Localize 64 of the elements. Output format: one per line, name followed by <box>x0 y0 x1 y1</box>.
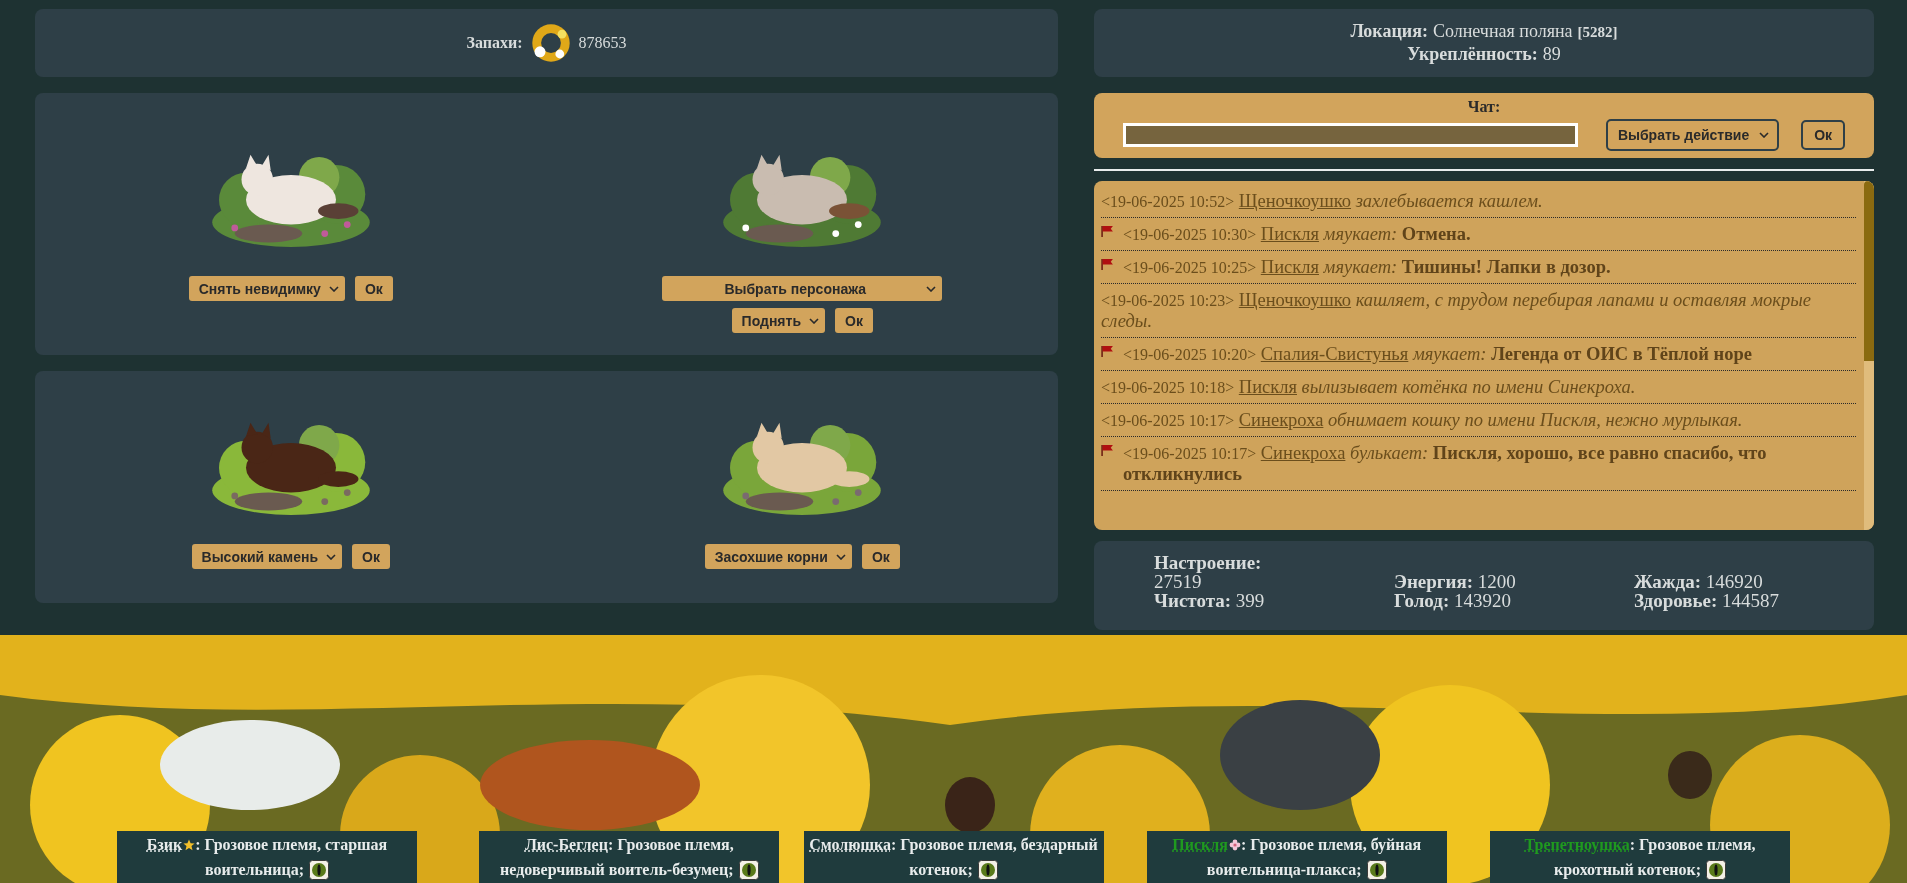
flower-icon <box>1228 839 1241 851</box>
scent-value: 878653 <box>578 34 627 52</box>
stat: Чистота: 399 <box>1154 591 1266 610</box>
action-select[interactable]: Выбрать персонажа <box>662 276 943 301</box>
ok-button[interactable]: Ок <box>354 276 393 301</box>
eye-icon[interactable] <box>309 860 330 880</box>
character-caption: Пискля : Грозовое племя, буйная воительница-плакса; <box>1146 831 1447 883</box>
character-link[interactable]: Пискля <box>1172 836 1228 853</box>
eye-icon[interactable] <box>977 860 998 880</box>
character-link[interactable]: Смолюшка <box>809 836 891 853</box>
stat: Настроение: 27519 <box>1154 553 1263 591</box>
fortification-label: Укреплённость: <box>1407 44 1538 65</box>
chat-input-field[interactable] <box>1122 123 1578 147</box>
character-link[interactable]: Пискля <box>1260 257 1319 277</box>
action-select[interactable]: Поднять <box>731 308 825 333</box>
chevron-down-icon <box>835 553 846 560</box>
fortification-value: 89 <box>1542 44 1561 65</box>
character-link[interactable]: Пискля <box>1260 224 1319 244</box>
character-link[interactable]: Спалия-Свистунья <box>1260 344 1409 364</box>
location-code: [5282] <box>1577 24 1618 41</box>
chat-message: <19-06-2025 10:18> Пискля вылизывает котёнка по имени Синекроха. <box>1101 377 1637 398</box>
character-link[interactable]: Пискля <box>1238 377 1297 397</box>
character-link[interactable]: Щеночкоушко <box>1238 290 1352 310</box>
chevron-down-icon <box>1759 132 1770 138</box>
chat-message: <19-06-2025 10:25> Пискля мяукает: Тишины! Лапки в дозор. <box>1123 257 1612 278</box>
character-link[interactable]: Трепетноушка <box>1524 836 1630 853</box>
action-select[interactable]: Засохшие корни <box>704 544 852 569</box>
character-link[interactable]: Щеночкоушко <box>1238 191 1352 211</box>
send-button[interactable]: Ок <box>1801 120 1846 150</box>
chevron-down-icon <box>926 285 937 292</box>
star-icon <box>183 839 196 851</box>
character-caption: Трепетноушка: Грозовое племя, крохотный котенок; <box>1490 831 1790 883</box>
chat-message: <19-06-2025 10:17> Синекроха обнимает кошку по имени Пискля, нежно мурлыкая. <box>1101 410 1744 431</box>
character-link[interactable]: Синекроха <box>1260 443 1346 463</box>
chevron-down-icon <box>809 317 819 324</box>
character-link[interactable]: Синекроха <box>1238 410 1324 430</box>
character-caption: Бзик : Грозовое племя, старшая воительница; <box>116 831 417 883</box>
location-label: Локация: <box>1350 21 1428 42</box>
ok-button[interactable]: Ок <box>352 544 390 569</box>
stat: Жажда: 146920 <box>1634 571 1764 591</box>
stat: Энергия: 1200 <box>1394 571 1517 591</box>
action-select[interactable]: Выбрать действие <box>1605 119 1780 151</box>
chat-message: <19-06-2025 10:20> Спалия-Свистунья мяукает: Легенда от ОИС в Тёплой норе <box>1123 344 1753 365</box>
eye-icon[interactable] <box>1706 860 1727 880</box>
chat-message: <19-06-2025 10:17> Синекроха булькает: Пискля, хорошо, все равно спасибо, что откликнулись <box>1123 443 1768 485</box>
character-link[interactable]: Лис-Беглец <box>524 836 608 853</box>
scrollbar-thumb[interactable] <box>1864 181 1874 361</box>
eye-icon[interactable] <box>738 860 759 880</box>
chat-message: <19-06-2025 10:23> Щеночкоушко кашляет, с трудом перебирая лапами и оставляя мокрые следы. <box>1101 290 1812 332</box>
location-name: Солнечная поляна <box>1432 21 1573 42</box>
ok-button[interactable]: Ок <box>835 308 873 333</box>
chevron-down-icon <box>326 553 337 560</box>
chat-message: <19-06-2025 10:30> Пискля мяукает: Отмена. <box>1123 224 1472 245</box>
action-select[interactable]: Высокий камень <box>191 544 343 569</box>
scent-label: Запахи: <box>466 34 523 52</box>
chat-message: <19-06-2025 10:52> Щеночкоушко захлебывается кашлем. <box>1101 191 1544 212</box>
chevron-down-icon <box>328 285 339 292</box>
action-select[interactable]: Снять невидимку <box>188 276 345 301</box>
character-caption: Смолюшка: Грозовое племя, бездарный котенок; <box>803 831 1104 883</box>
character-caption: Лис-Беглец: Грозовое племя, недоверчивый воитель-безумец; <box>479 831 780 883</box>
character-link[interactable]: Бзик <box>146 836 183 853</box>
chat-label: Чат: <box>1467 98 1501 116</box>
ok-button[interactable]: Ок <box>861 544 900 569</box>
eye-icon[interactable] <box>1366 860 1387 880</box>
